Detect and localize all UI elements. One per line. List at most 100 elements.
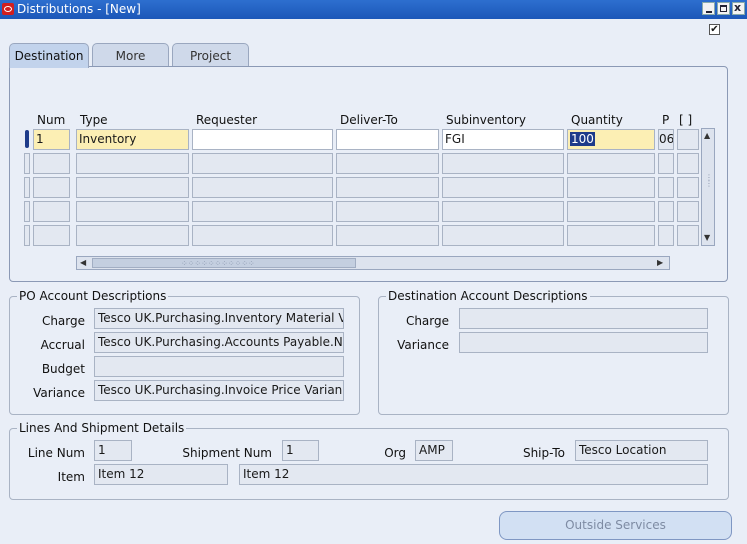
scroll-right-icon[interactable]: ▶: [657, 258, 663, 268]
empty-grid-cell[interactable]: [658, 177, 674, 198]
empty-grid-cell[interactable]: [336, 177, 439, 198]
selected-text: 100: [570, 132, 595, 146]
cell-deliver-to[interactable]: [336, 129, 439, 150]
scroll-left-icon[interactable]: ◀: [80, 258, 86, 268]
po-budget-label: Budget: [41, 362, 85, 376]
empty-grid-cell[interactable]: [442, 225, 564, 246]
cell-type[interactable]: Inventory: [76, 129, 189, 150]
empty-grid-cell[interactable]: [677, 201, 699, 222]
empty-grid-cell[interactable]: [567, 177, 655, 198]
column-header-quantity: Quantity: [571, 113, 623, 127]
close-icon: x: [734, 1, 742, 14]
minimize-button[interactable]: [702, 2, 715, 15]
cell-subinventory[interactable]: FGI: [442, 129, 564, 150]
empty-grid-cell[interactable]: [336, 153, 439, 174]
lines-shipment-title: Lines And Shipment Details: [17, 421, 187, 435]
empty-grid-cell[interactable]: [442, 177, 564, 198]
empty-grid-cell[interactable]: [76, 177, 189, 198]
empty-grid-cell[interactable]: [76, 225, 189, 246]
scroll-up-icon[interactable]: ▲: [704, 131, 710, 141]
cell-num[interactable]: 1: [33, 129, 70, 150]
oracle-logo-icon: [2, 3, 14, 15]
po-accrual-label: Accrual: [40, 338, 85, 352]
horizontal-scroll-thumb[interactable]: ⁘⁘⁘⁘⁘⁘⁘⁘⁘⁘⁘: [92, 258, 356, 268]
empty-grid-cell[interactable]: [677, 177, 699, 198]
empty-grid-cell[interactable]: [76, 153, 189, 174]
column-header-folder: [ ]: [679, 113, 693, 127]
po-variance-field[interactable]: Tesco UK.Purchasing.Invoice Price Varian: [94, 380, 344, 401]
minimize-icon: [706, 11, 712, 13]
empty-grid-cell[interactable]: [442, 153, 564, 174]
empty-grid-cell[interactable]: [192, 225, 333, 246]
empty-grid-cell[interactable]: [567, 153, 655, 174]
tab-panel: [9, 66, 728, 282]
empty-grid-cell[interactable]: [567, 225, 655, 246]
ship-to-label: Ship-To: [522, 446, 565, 460]
tab-destination[interactable]: Destination: [9, 43, 89, 68]
window-title-bar: Distributions - [New] x: [0, 0, 747, 19]
cell-quantity[interactable]: 100: [567, 129, 655, 150]
po-account-title: PO Account Descriptions: [17, 289, 169, 303]
maximize-button[interactable]: [717, 2, 730, 15]
tab-more[interactable]: More: [92, 43, 169, 67]
vertical-scrollbar[interactable]: ▲ ⋮ ⋮ ▼: [701, 128, 715, 246]
po-charge-field[interactable]: Tesco UK.Purchasing.Inventory Material V: [94, 308, 344, 329]
empty-grid-cell[interactable]: [442, 201, 564, 222]
empty-grid-cell[interactable]: [24, 177, 30, 198]
item-field[interactable]: Item 12: [94, 464, 228, 485]
ship-to-field[interactable]: Tesco Location: [575, 440, 708, 461]
org-field[interactable]: AMP: [415, 440, 453, 461]
empty-grid-cell[interactable]: [24, 201, 30, 222]
po-accrual-field[interactable]: Tesco UK.Purchasing.Accounts Payable.N: [94, 332, 344, 353]
po-charge-label: Charge: [41, 314, 85, 328]
maximize-icon: [720, 5, 727, 12]
line-num-field[interactable]: 1: [94, 440, 132, 461]
empty-grid-cell[interactable]: [24, 153, 30, 174]
column-header-type: Type: [80, 113, 108, 127]
empty-grid-cell[interactable]: [33, 153, 70, 174]
empty-grid-cell[interactable]: [192, 201, 333, 222]
empty-grid-cell[interactable]: [567, 201, 655, 222]
empty-grid-cell[interactable]: [33, 201, 70, 222]
empty-grid-cell[interactable]: [24, 225, 30, 246]
empty-grid-cell[interactable]: [336, 225, 439, 246]
empty-grid-cell[interactable]: [336, 201, 439, 222]
outside-services-button[interactable]: Outside Services: [499, 511, 732, 540]
item-label: Item: [57, 470, 85, 484]
empty-grid-cell[interactable]: [677, 153, 699, 174]
dest-variance-label: Variance: [397, 338, 449, 352]
window-title: Distributions - [New]: [17, 2, 141, 16]
po-variance-label: Variance: [33, 386, 85, 400]
column-header-requester: Requester: [196, 113, 258, 127]
close-button[interactable]: x: [732, 1, 745, 15]
empty-grid-cell[interactable]: [677, 225, 699, 246]
scroll-down-icon[interactable]: ▼: [704, 233, 710, 243]
shipment-num-field[interactable]: 1: [282, 440, 319, 461]
item-description-field[interactable]: Item 12: [239, 464, 708, 485]
empty-grid-cell[interactable]: [658, 225, 674, 246]
dest-charge-field[interactable]: [459, 308, 708, 329]
empty-grid-cell[interactable]: [33, 225, 70, 246]
empty-grid-cell[interactable]: [658, 153, 674, 174]
dest-charge-label: Charge: [405, 314, 449, 328]
empty-grid-cell[interactable]: [76, 201, 189, 222]
cell-p[interactable]: 06: [658, 129, 674, 150]
empty-grid-cell[interactable]: [658, 201, 674, 222]
column-header-subinventory: Subinventory: [446, 113, 526, 127]
empty-grid-cell[interactable]: [33, 177, 70, 198]
folder-checkbox[interactable]: ✔: [709, 24, 720, 35]
cell-requester[interactable]: [192, 129, 333, 150]
po-budget-field[interactable]: [94, 356, 344, 377]
dest-account-title: Destination Account Descriptions: [386, 289, 590, 303]
scroll-grip-icon: ⋮ ⋮: [705, 173, 713, 188]
column-header-deliver-to: Deliver-To: [340, 113, 398, 127]
empty-grid-cell[interactable]: [192, 177, 333, 198]
dest-variance-field[interactable]: [459, 332, 708, 353]
cell-folder[interactable]: [677, 129, 699, 150]
column-header-num: Num: [37, 113, 66, 127]
tab-project[interactable]: Project: [172, 43, 249, 67]
empty-grid-cell[interactable]: [192, 153, 333, 174]
line-num-label: Line Num: [27, 446, 85, 460]
horizontal-scrollbar[interactable]: ◀ ⁘⁘⁘⁘⁘⁘⁘⁘⁘⁘⁘ ▶: [76, 256, 670, 270]
current-record-indicator: [25, 130, 29, 148]
